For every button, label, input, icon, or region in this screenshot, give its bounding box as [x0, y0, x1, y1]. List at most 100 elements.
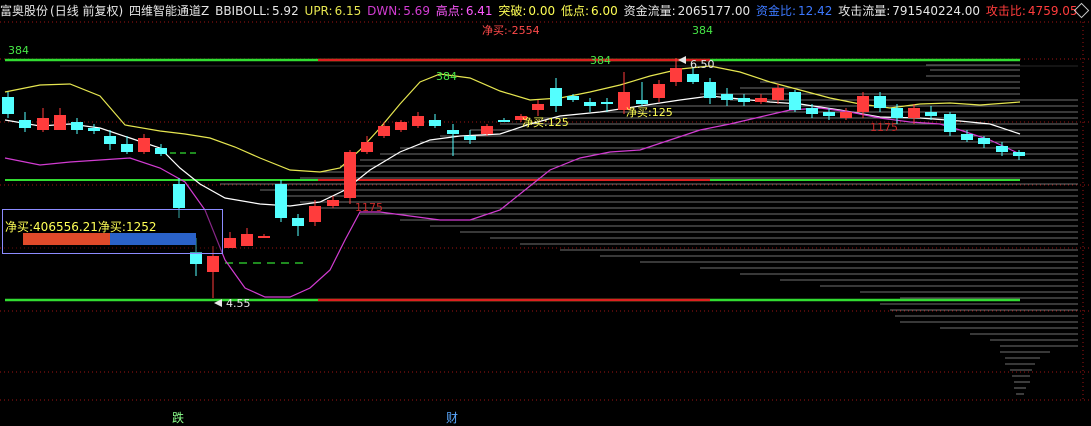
candlestick	[19, 112, 31, 132]
candle-body	[755, 98, 767, 102]
upr-label: UPR:	[304, 4, 333, 18]
candlestick	[275, 180, 287, 222]
candlestick	[584, 98, 596, 112]
candlestick	[155, 144, 167, 156]
candle-body	[344, 152, 356, 198]
candle-body	[584, 102, 596, 106]
candle-body	[891, 108, 903, 118]
candle-body	[840, 112, 852, 118]
high-value: 6.41	[465, 4, 493, 18]
candle-body	[772, 88, 784, 100]
candle-body	[857, 96, 869, 112]
net-buy-right-label: 净买:125	[626, 105, 673, 119]
candle-body	[361, 142, 373, 152]
candle-body	[944, 114, 956, 132]
candlestick	[241, 228, 253, 246]
low-label: 低点:	[560, 4, 590, 18]
break-label: 突破:	[498, 4, 527, 18]
level-1175-label: 1175	[355, 201, 383, 214]
net-buy-mid-label: 净买:125	[522, 115, 569, 129]
signal-marker-die: 跌	[172, 411, 185, 425]
candle-body	[88, 128, 100, 131]
candlestick	[789, 90, 801, 112]
candlestick	[772, 84, 784, 104]
candle-body	[636, 100, 648, 104]
candlestick	[874, 92, 886, 112]
fund-ratio-label: 资金比:	[755, 4, 797, 18]
attack-ratio-value: 4759.05	[1027, 4, 1078, 18]
candle-body	[601, 102, 613, 104]
label-384-mid: 384	[436, 70, 457, 83]
candle-body	[464, 136, 476, 140]
level-384-label: 384	[8, 44, 29, 57]
fund-ratio-value: 12.42	[798, 4, 833, 18]
attack-flow-label: 攻击流量:	[838, 4, 891, 18]
fund-flow-value: 2065177.00	[677, 4, 751, 18]
candle-body	[327, 200, 339, 206]
candle-body	[275, 184, 287, 218]
candle-body	[670, 68, 682, 82]
attack-ratio-label: 攻击比:	[985, 4, 1026, 18]
level-lines	[5, 58, 1078, 302]
high-label: 高点:	[435, 4, 464, 18]
candlestick	[978, 136, 990, 148]
attack-flow-value: 791540224.00	[892, 4, 981, 18]
candle-body	[429, 120, 441, 126]
signal-marker-cai: 财	[446, 411, 459, 425]
dwn-value: 5.69	[403, 4, 430, 18]
candlestick	[292, 214, 304, 236]
candlestick	[755, 94, 767, 104]
candle-body	[481, 126, 493, 134]
candlestick	[138, 134, 150, 154]
candle-body	[309, 206, 321, 222]
candlestick	[71, 118, 83, 134]
candle-body	[412, 116, 424, 126]
candle-body	[738, 98, 750, 102]
level-1175-right-label: 1175	[870, 121, 898, 134]
break-value: 0.00	[528, 4, 556, 18]
candlestick	[378, 122, 390, 138]
candlestick	[54, 108, 66, 130]
fund-flow-label: 资金流量:	[623, 4, 676, 18]
candle-body	[550, 88, 562, 106]
label-384-right: 384	[590, 54, 611, 67]
high-arrow-icon	[678, 56, 686, 64]
candle-body	[567, 96, 579, 100]
candlestick	[721, 88, 733, 106]
high-price-label: 6.50	[690, 58, 715, 71]
candlestick	[908, 104, 920, 124]
candlestick	[738, 94, 750, 106]
candle-body	[395, 122, 407, 130]
net-buy-bar-buy	[23, 233, 110, 245]
indicator-name[interactable]: 四维智能通道Z	[129, 4, 209, 18]
candlestick	[429, 114, 441, 128]
candle-body	[155, 148, 167, 154]
candle-body	[721, 94, 733, 100]
candle-body	[224, 238, 236, 248]
candle-body	[121, 144, 133, 152]
candle-body	[532, 104, 544, 110]
candle-body	[961, 134, 973, 140]
net-buy-top-label: 净买:-2554	[482, 23, 540, 37]
candlestick	[344, 150, 356, 204]
candlestick	[224, 232, 236, 248]
net-buy-bar-sell	[110, 233, 196, 245]
candlestick	[361, 136, 373, 154]
dwn-label: DWN:	[367, 4, 402, 18]
candle-body	[207, 256, 219, 272]
candle-body	[241, 234, 253, 246]
candlestick	[532, 100, 544, 116]
chart-period[interactable]: (日线 前复权)	[50, 4, 123, 18]
low-price-label: 4.55	[226, 297, 251, 310]
label-384-center: 384	[692, 24, 713, 37]
candle-body	[704, 82, 716, 98]
candlestick	[412, 112, 424, 128]
candlestick	[653, 80, 665, 102]
stock-name[interactable]: 富奥股份	[0, 4, 48, 18]
low-value: 6.00	[591, 4, 618, 18]
candle-body	[2, 97, 14, 114]
candle-body	[378, 126, 390, 136]
candlestick	[2, 92, 14, 118]
candle-body	[292, 218, 304, 226]
candle-body	[19, 120, 31, 128]
